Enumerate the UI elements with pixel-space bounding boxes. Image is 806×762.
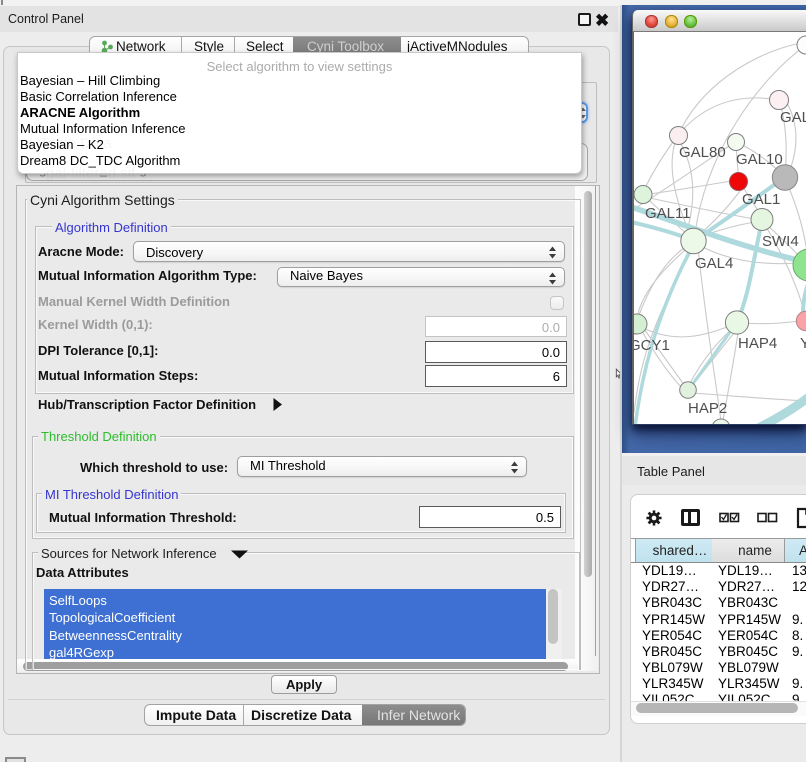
svg-text:SWI4: SWI4 xyxy=(762,233,799,250)
svg-text:GAL2: GAL2 xyxy=(780,109,806,126)
svg-text:GCY1: GCY1 xyxy=(634,337,670,354)
svg-text:HAP4: HAP4 xyxy=(738,335,777,352)
svg-text:GAL1: GAL1 xyxy=(742,191,780,208)
svg-text:Y: Y xyxy=(800,335,806,352)
svg-text:GAL10: GAL10 xyxy=(736,151,783,168)
svg-text:GAL4: GAL4 xyxy=(695,255,733,272)
svg-text:HAP2: HAP2 xyxy=(688,400,727,417)
svg-text:GAL80: GAL80 xyxy=(679,144,726,161)
svg-text:GAL11: GAL11 xyxy=(645,205,691,222)
